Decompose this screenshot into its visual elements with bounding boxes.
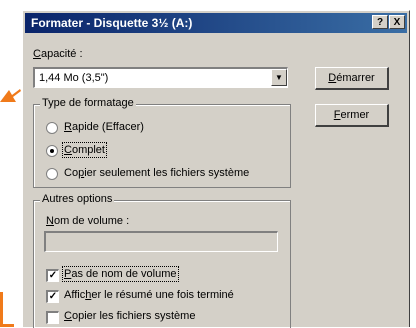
- checkbox-copy-system-files[interactable]: [46, 311, 59, 324]
- radio-full[interactable]: [46, 145, 58, 157]
- volume-name-input[interactable]: [44, 231, 278, 252]
- other-options-group: Autres options Nom de volume : ✓ Pas de …: [33, 193, 291, 328]
- close-button[interactable]: Fermer: [315, 104, 389, 127]
- chevron-down-icon[interactable]: ▼: [271, 69, 287, 86]
- format-type-group: Type de formatage Rapide (Effacer) Compl…: [33, 97, 291, 188]
- radio-quick-label[interactable]: Rapide (Effacer): [64, 121, 144, 133]
- capacity-label: Capacité :: [33, 48, 83, 60]
- window-title: Formater - Disquette 3½ (A:): [31, 16, 193, 30]
- checkbox-no-volume-name[interactable]: ✓: [46, 269, 59, 282]
- help-button[interactable]: ?: [372, 15, 388, 29]
- checkbox-show-summary[interactable]: ✓: [46, 290, 59, 303]
- start-button[interactable]: Démarrer: [315, 67, 389, 90]
- checkbox-copy-system-files-label[interactable]: Copier les fichiers système: [64, 310, 195, 322]
- title-bar: Formater - Disquette 3½ (A:) ? X: [25, 13, 407, 33]
- radio-copy-system[interactable]: [46, 168, 58, 180]
- format-type-title: Type de formatage: [40, 97, 136, 109]
- volume-name-label: Nom de volume :: [46, 215, 130, 227]
- arrow-marker-icon: [0, 88, 22, 104]
- other-options-title: Autres options: [40, 193, 115, 205]
- checkbox-show-summary-label[interactable]: Afficher le résumé une fois terminé: [64, 289, 234, 301]
- close-window-button[interactable]: X: [389, 15, 405, 29]
- capacity-select[interactable]: 1,44 Mo (3,5") ▼: [33, 67, 288, 88]
- radio-quick[interactable]: [46, 122, 58, 134]
- format-dialog: Formater - Disquette 3½ (A:) ? X Capacit…: [22, 10, 410, 328]
- radio-copy-system-label[interactable]: Copier seulement les fichiers système: [64, 167, 249, 179]
- checkbox-no-volume-name-label[interactable]: Pas de nom de volume: [62, 266, 179, 282]
- radio-full-label[interactable]: Complet: [62, 142, 107, 158]
- capacity-value: 1,44 Mo (3,5"): [39, 72, 109, 84]
- corner-marker: [0, 292, 14, 327]
